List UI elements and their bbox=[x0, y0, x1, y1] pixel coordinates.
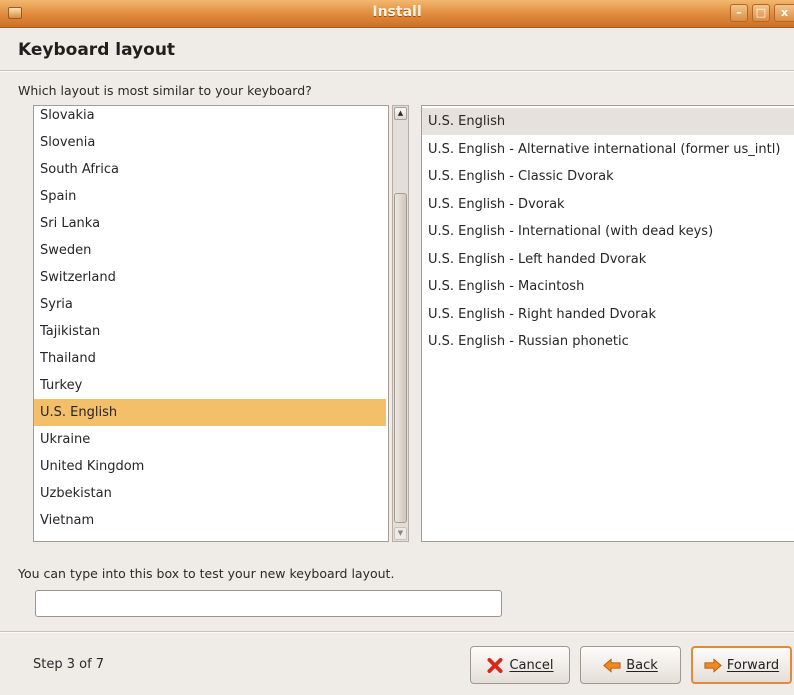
layout-variant-item[interactable]: U.S. English - Alternative international… bbox=[422, 136, 794, 163]
header-divider bbox=[0, 70, 794, 72]
forward-button[interactable]: Forward bbox=[691, 646, 792, 684]
layout-variant-item[interactable]: U.S. English bbox=[422, 108, 794, 135]
cancel-button[interactable]: Cancel bbox=[470, 646, 570, 684]
arrow-right-icon bbox=[704, 657, 722, 673]
country-list[interactable]: Slovakia Slovenia South Africa Spain Sri Lan… bbox=[33, 105, 389, 542]
red-x-icon bbox=[487, 657, 503, 673]
layout-variant-item[interactable]: U.S. English - Russian phonetic bbox=[422, 328, 794, 355]
country-item[interactable]: Turkey bbox=[34, 372, 386, 399]
country-item[interactable]: Sweden bbox=[34, 237, 386, 264]
country-item[interactable]: Switzerland bbox=[34, 264, 386, 291]
back-button[interactable]: Back bbox=[580, 646, 681, 684]
title-bar: Install – □ x bbox=[0, 0, 794, 28]
layout-variant-list[interactable]: U.S. English U.S. English - Alternative i… bbox=[421, 105, 794, 542]
window-title: Install bbox=[372, 4, 422, 20]
cancel-label: Cancel bbox=[509, 657, 554, 673]
layout-question-label: Which layout is most similar to your key… bbox=[18, 83, 312, 98]
country-item[interactable]: Slovenia bbox=[34, 129, 386, 156]
layout-variant-item[interactable]: U.S. English - Right handed Dvorak bbox=[422, 301, 794, 328]
footer-divider bbox=[0, 631, 794, 633]
page-title: Keyboard layout bbox=[18, 40, 176, 60]
forward-label: Forward bbox=[726, 657, 780, 673]
country-item[interactable]: Slovakia bbox=[34, 106, 386, 129]
country-item[interactable]: Vietnam bbox=[34, 507, 386, 534]
country-item[interactable]: Uzbekistan bbox=[34, 480, 386, 507]
country-list-scrollbar[interactable]: ▲ ▼ bbox=[392, 105, 409, 542]
layout-variant-item[interactable]: U.S. English - Dvorak bbox=[422, 191, 794, 218]
minimize-button[interactable]: – bbox=[730, 4, 748, 22]
country-item[interactable]: Ukraine bbox=[34, 426, 386, 453]
layout-variant-item[interactable]: U.S. English - Classic Dvorak bbox=[422, 163, 794, 190]
scroll-down-button[interactable]: ▼ bbox=[394, 527, 407, 540]
country-item[interactable]: Spain bbox=[34, 183, 386, 210]
keyboard-test-input[interactable] bbox=[35, 590, 502, 617]
country-item[interactable]: United Kingdom bbox=[34, 453, 386, 480]
country-item[interactable]: Tajikistan bbox=[34, 318, 386, 345]
scrollbar-thumb[interactable] bbox=[394, 193, 407, 524]
country-item[interactable]: South Africa bbox=[34, 156, 386, 183]
country-item[interactable]: Sri Lanka bbox=[34, 210, 386, 237]
close-button[interactable]: x bbox=[774, 4, 794, 22]
layout-variant-item[interactable]: U.S. English - Macintosh bbox=[422, 273, 794, 300]
layout-variant-item[interactable]: U.S. English - Left handed Dvorak bbox=[422, 246, 794, 273]
country-item[interactable]: U.S. English bbox=[34, 399, 386, 426]
back-label: Back bbox=[626, 657, 658, 673]
country-item[interactable]: Thailand bbox=[34, 345, 386, 372]
scroll-up-button[interactable]: ▲ bbox=[394, 107, 407, 120]
step-indicator: Step 3 of 7 bbox=[33, 657, 105, 672]
arrow-left-icon bbox=[603, 657, 621, 673]
test-box-label: You can type into this box to test your … bbox=[18, 566, 395, 581]
layout-variant-item[interactable]: U.S. English - International (with dead … bbox=[422, 218, 794, 245]
maximize-button[interactable]: □ bbox=[752, 4, 770, 22]
country-item[interactable]: Syria bbox=[34, 291, 386, 318]
